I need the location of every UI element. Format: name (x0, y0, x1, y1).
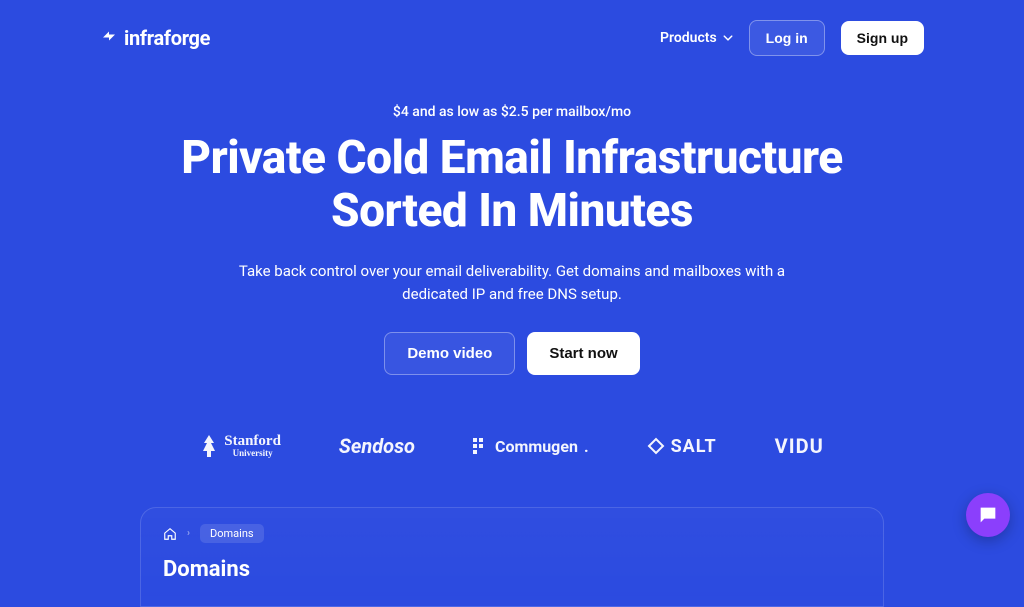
client-logos-row: Stanford University Sendoso Commugen. SA… (60, 433, 964, 459)
breadcrumb-separator: › (187, 528, 190, 539)
breadcrumb: › Domains (163, 524, 861, 543)
stanford-text: Stanford (224, 433, 281, 449)
client-logo-vidu: VIDU (775, 434, 824, 458)
client-logo-stanford: Stanford University (200, 433, 281, 459)
breadcrumb-current[interactable]: Domains (200, 524, 264, 543)
demo-video-button[interactable]: Demo video (384, 332, 515, 375)
brand-icon (100, 27, 118, 50)
hero-subtitle: Take back control over your email delive… (232, 260, 792, 307)
signup-button[interactable]: Sign up (841, 21, 924, 55)
hero-section: $4 and as low as $2.5 per mailbox/mo Pri… (0, 76, 1024, 459)
domains-panel: › Domains Domains (140, 507, 884, 607)
cta-row: Demo video Start now (60, 332, 964, 375)
client-logo-sendoso: Sendoso (339, 434, 415, 458)
products-dropdown[interactable]: Products (660, 30, 733, 46)
salt-text: SALT (671, 436, 717, 457)
products-label: Products (660, 30, 717, 46)
pricing-text: $4 and as low as $2.5 per mailbox/mo (60, 104, 964, 120)
client-logo-commugen: Commugen. (473, 437, 589, 456)
client-logo-salt: SALT (647, 436, 717, 457)
hero-title: Private Cold Email Infrastructure Sorted… (60, 132, 964, 238)
nav-right: Products Log in Sign up (660, 20, 924, 56)
commugen-text: Commugen (495, 437, 578, 456)
chat-icon (977, 504, 999, 526)
hero-title-line2: Sorted In Minutes (331, 184, 693, 238)
home-icon[interactable] (163, 527, 177, 541)
chat-widget-button[interactable] (966, 493, 1010, 537)
stanford-tree-icon (200, 433, 218, 459)
brand-text: infraforge (124, 26, 210, 50)
login-button[interactable]: Log in (749, 20, 825, 56)
hero-title-line1: Private Cold Email Infrastructure (181, 131, 842, 185)
header: infraforge Products Log in Sign up (0, 0, 1024, 76)
stanford-subtext: University (224, 449, 281, 458)
brand-logo[interactable]: infraforge (100, 26, 210, 50)
chevron-down-icon (723, 35, 733, 41)
commugen-icon (473, 438, 489, 454)
panel-title: Domains (163, 557, 861, 582)
salt-icon (647, 437, 665, 455)
start-now-button[interactable]: Start now (527, 332, 639, 375)
